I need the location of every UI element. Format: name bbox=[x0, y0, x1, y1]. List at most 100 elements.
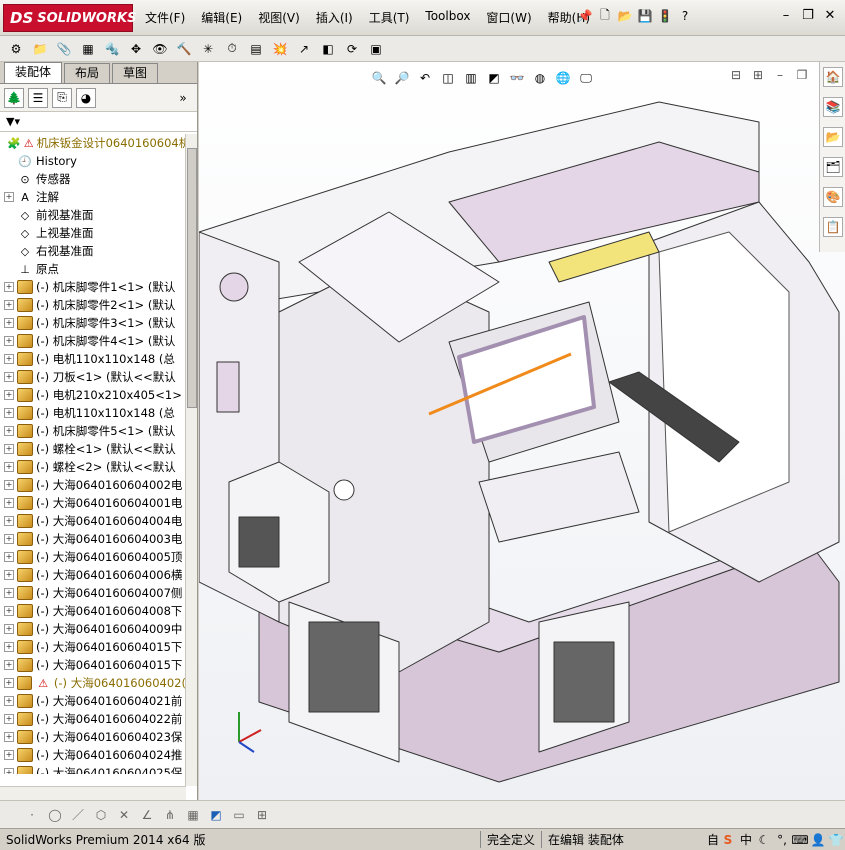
angle-icon[interactable]: ∠ bbox=[137, 805, 157, 825]
mirror-icon[interactable]: ⋔ bbox=[160, 805, 180, 825]
expand-toggle-icon[interactable]: + bbox=[4, 354, 14, 364]
expand-toggle-icon[interactable]: + bbox=[4, 768, 14, 774]
show-hidden-icon[interactable]: 👁 bbox=[150, 39, 170, 59]
menu-tools[interactable]: 工具(T) bbox=[369, 9, 410, 26]
tree-item[interactable]: + (-) 电机110x110x148 (总 bbox=[0, 350, 186, 368]
menu-edit[interactable]: 编辑(E) bbox=[201, 9, 242, 26]
explode-line-icon[interactable]: ↗ bbox=[294, 39, 314, 59]
expand-toggle-icon[interactable]: + bbox=[4, 750, 14, 760]
menu-insert[interactable]: 插入(I) bbox=[316, 9, 353, 26]
expand-toggle-icon[interactable]: + bbox=[4, 318, 14, 328]
tree-item[interactable]: ◇ 上视基准面 bbox=[0, 224, 186, 242]
tree-item[interactable]: + (-) 螺栓<2> (默认<<默认 bbox=[0, 458, 186, 476]
expand-toggle-icon[interactable]: + bbox=[4, 372, 14, 382]
tree-item[interactable]: + (-) 大海0640160604004电 bbox=[0, 512, 186, 530]
expand-toggle-icon[interactable]: + bbox=[4, 480, 14, 490]
expand-toggle-icon[interactable]: + bbox=[4, 390, 14, 400]
rebuild-traffic-light-icon[interactable]: 🚦 bbox=[655, 6, 675, 26]
solidworks-logo[interactable]: DS SOLIDWORKS bbox=[3, 4, 136, 32]
custom-properties-icon[interactable]: 📋 bbox=[823, 217, 843, 237]
new-part-icon[interactable]: 📁 bbox=[30, 39, 50, 59]
tree-item[interactable]: + (-) 机床脚零件1<1> (默认 bbox=[0, 278, 186, 296]
tree-item[interactable]: + (-) 电机110x110x148 (总 bbox=[0, 404, 186, 422]
open-folder-icon[interactable]: 📂 bbox=[615, 6, 635, 26]
scrollbar-thumb[interactable] bbox=[187, 148, 197, 408]
tree-item[interactable]: ◇ 右视基准面 bbox=[0, 242, 186, 260]
bill-of-materials-icon[interactable]: ▤ bbox=[246, 39, 266, 59]
close-icon[interactable]: ✕ bbox=[819, 8, 841, 23]
pin-icon[interactable]: 📌 bbox=[575, 6, 595, 26]
feature-manager-icon[interactable]: 🌲 bbox=[4, 87, 24, 108]
expand-toggle-icon[interactable]: + bbox=[4, 300, 14, 310]
tree-item[interactable]: + (-) 电机210x210x405<1> bbox=[0, 386, 186, 404]
view-palette-icon[interactable]: 🗂 bbox=[823, 157, 843, 177]
tree-item[interactable]: + (-) 刀板<1> (默认<<默认 bbox=[0, 368, 186, 386]
graphics-area[interactable]: 🔍 🔎 ↶ ◫ ▥ ◩ 👓 ◍ 🌐 🖵 ⊟ ⊞ – ❐ ✕ bbox=[199, 62, 845, 800]
expand-toggle-icon[interactable]: + bbox=[4, 732, 14, 742]
restore-icon[interactable]: ❐ bbox=[797, 8, 819, 23]
tree-filter[interactable]: ▼▾ bbox=[0, 112, 197, 132]
expand-toggle-icon[interactable]: + bbox=[4, 624, 14, 634]
mate-icon[interactable]: 📎 bbox=[54, 39, 74, 59]
tree-item[interactable]: 🕘 History bbox=[0, 152, 186, 170]
tree-item[interactable]: + (-) 大海0640160604021前 bbox=[0, 692, 186, 710]
expand-toggle-icon[interactable]: + bbox=[4, 336, 14, 346]
tree-item[interactable]: + (-) 大海0640160604024推 bbox=[0, 746, 186, 764]
tree-item[interactable]: + (-) 大海0640160604023保 bbox=[0, 728, 186, 746]
instant3d-icon[interactable]: ◧ bbox=[318, 39, 338, 59]
help-icon[interactable]: ? bbox=[675, 6, 695, 26]
property-manager-icon[interactable]: ☰ bbox=[28, 87, 48, 108]
section-icon[interactable]: ▭ bbox=[229, 805, 249, 825]
update-speedpak-icon[interactable]: ⟳ bbox=[342, 39, 362, 59]
lathe-model[interactable] bbox=[199, 62, 845, 800]
menu-toolbox[interactable]: Toolbox bbox=[425, 9, 470, 26]
tree-item[interactable]: + (-) 大海0640160604005顶 bbox=[0, 548, 186, 566]
grid-icon[interactable]: ▦ bbox=[183, 805, 203, 825]
tree-vertical-scrollbar[interactable] bbox=[185, 134, 197, 786]
display-manager-icon[interactable]: ◕ bbox=[76, 87, 96, 108]
tree-item[interactable]: + (-) 大海0640160604007侧 bbox=[0, 584, 186, 602]
exploded-view-icon[interactable]: 💥 bbox=[270, 39, 290, 59]
tree-item[interactable]: + (-) 大海0640160604003电 bbox=[0, 530, 186, 548]
expand-toggle-icon[interactable]: + bbox=[4, 444, 14, 454]
expand-toggle-icon[interactable]: + bbox=[4, 678, 14, 688]
new-motion-study-icon[interactable]: ⏱ bbox=[222, 39, 242, 59]
linear-pattern-icon[interactable]: ▦ bbox=[78, 39, 98, 59]
line-icon[interactable]: ／ bbox=[68, 805, 88, 825]
tree-item[interactable]: + A 注解 bbox=[0, 188, 186, 206]
tree-item[interactable]: + ⚠ (-) 大海064016060402( bbox=[0, 674, 186, 692]
tab-assembly[interactable]: 装配体 bbox=[4, 62, 63, 83]
solidworks-resources-icon[interactable]: 🏠 bbox=[823, 67, 843, 87]
punctuation-icon[interactable]: °, bbox=[773, 830, 791, 850]
expand-toggle-icon[interactable]: + bbox=[4, 408, 14, 418]
expand-toggle-icon[interactable]: + bbox=[4, 552, 14, 562]
appearances-icon[interactable]: 🎨 bbox=[823, 187, 843, 207]
smart-fasteners-icon[interactable]: 🔩 bbox=[102, 39, 122, 59]
user-icon[interactable]: 👤 bbox=[809, 830, 827, 850]
tree-item[interactable]: + (-) 大海0640160604001电 bbox=[0, 494, 186, 512]
expand-toggle-icon[interactable]: + bbox=[4, 282, 14, 292]
expand-toggle-icon[interactable]: + bbox=[4, 642, 14, 652]
keyboard-icon[interactable]: ⌨ bbox=[791, 830, 809, 850]
tree-item[interactable]: + (-) 大海0640160604022前 bbox=[0, 710, 186, 728]
tree-item[interactable]: + (-) 大海0640160604008下 bbox=[0, 602, 186, 620]
polygon-icon[interactable]: ⬡ bbox=[91, 805, 111, 825]
menu-view[interactable]: 视图(V) bbox=[258, 9, 300, 26]
tree-item[interactable]: + (-) 大海0640160604009中 bbox=[0, 620, 186, 638]
expand-toggle-icon[interactable]: + bbox=[4, 534, 14, 544]
reference-geometry-icon[interactable]: ✳ bbox=[198, 39, 218, 59]
tree-horizontal-scrollbar[interactable] bbox=[0, 786, 186, 800]
design-library-icon[interactable]: 📚 bbox=[823, 97, 843, 117]
tree-item[interactable]: ⊥ 原点 bbox=[0, 260, 186, 278]
tree-root[interactable]: 🧩 ⚠ 机床钣金设计0640160604机 bbox=[0, 134, 186, 152]
tree-item[interactable]: ◇ 前视基准面 bbox=[0, 206, 186, 224]
tree-item[interactable]: + (-) 大海0640160604015下 bbox=[0, 638, 186, 656]
expand-toggle-icon[interactable]: + bbox=[4, 570, 14, 580]
configuration-manager-icon[interactable]: ⎘ bbox=[52, 87, 72, 108]
tree-item[interactable]: + (-) 大海0640160604015下 bbox=[0, 656, 186, 674]
tab-sketch[interactable]: 草图 bbox=[112, 63, 159, 83]
expand-toggle-icon[interactable]: + bbox=[4, 498, 14, 508]
expand-toggle-icon[interactable]: + bbox=[4, 462, 14, 472]
new-document-icon[interactable]: 🗋 bbox=[595, 6, 615, 26]
expand-toggle-icon[interactable]: + bbox=[4, 606, 14, 616]
